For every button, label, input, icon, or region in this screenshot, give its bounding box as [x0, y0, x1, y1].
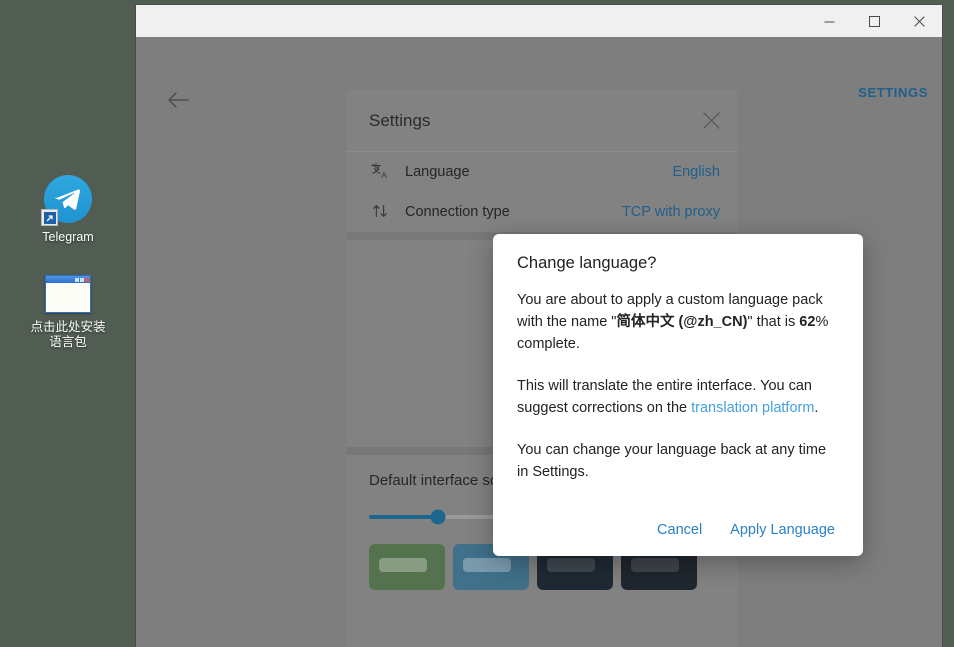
- dialog-paragraph-1: You are about to apply a custom language…: [517, 289, 839, 355]
- minimize-button[interactable]: [807, 5, 852, 37]
- desktop-icon-label: Telegram: [42, 230, 93, 245]
- dialog-paragraph-2: This will translate the entire interface…: [517, 375, 839, 419]
- completion-percent: 62: [799, 314, 815, 330]
- dialog-actions: Cancel Apply Language: [517, 522, 839, 556]
- settings-row-connection-type[interactable]: Connection type TCP with proxy: [347, 192, 738, 232]
- close-button[interactable]: [897, 5, 942, 37]
- maximize-button[interactable]: [852, 5, 897, 37]
- svg-text:A: A: [381, 171, 387, 180]
- dialog-paragraph-3: You can change your language back at any…: [517, 439, 839, 483]
- language-pack-name: 简体中文 (@zh_CN): [616, 314, 747, 330]
- translate-icon: A: [369, 162, 391, 183]
- telegram-window: SETTINGS Settings A: [136, 5, 942, 647]
- slider-thumb[interactable]: [431, 509, 446, 524]
- window-content: SETTINGS Settings A: [136, 37, 942, 647]
- dialog-title: Change language?: [517, 254, 839, 273]
- settings-section-general: A Language English Connection type TCP w…: [347, 152, 738, 240]
- desktop-icon-language-pack[interactable]: 点击此处安装 语言包: [13, 275, 123, 350]
- dialog-body: You are about to apply a custom language…: [517, 289, 839, 522]
- cancel-button[interactable]: Cancel: [657, 522, 702, 538]
- settings-header: Settings: [347, 90, 738, 152]
- settings-caption: SETTINGS: [858, 85, 928, 100]
- desktop-icon-telegram[interactable]: Telegram: [13, 175, 123, 245]
- settings-close-icon[interactable]: [703, 112, 720, 129]
- theme-swatch-green[interactable]: [369, 544, 445, 590]
- apply-language-button[interactable]: Apply Language: [730, 522, 835, 538]
- back-arrow-icon[interactable]: [160, 82, 196, 118]
- connection-icon: [369, 202, 391, 223]
- settings-row-value[interactable]: English: [672, 164, 720, 180]
- settings-row-value[interactable]: TCP with proxy: [622, 204, 720, 220]
- settings-title: Settings: [369, 111, 430, 131]
- window-icon: [45, 275, 91, 313]
- desktop-icon-label: 点击此处安装 语言包: [30, 320, 105, 350]
- shortcut-badge-icon: [41, 209, 58, 226]
- change-language-dialog: Change language? You are about to apply …: [493, 234, 863, 556]
- window-titlebar: [136, 5, 942, 37]
- settings-row-name: Language: [405, 164, 658, 180]
- settings-row-language[interactable]: A Language English: [347, 152, 738, 192]
- settings-row-name: Connection type: [405, 204, 608, 220]
- translation-platform-link[interactable]: translation platform: [691, 400, 814, 416]
- telegram-icon: [44, 175, 92, 223]
